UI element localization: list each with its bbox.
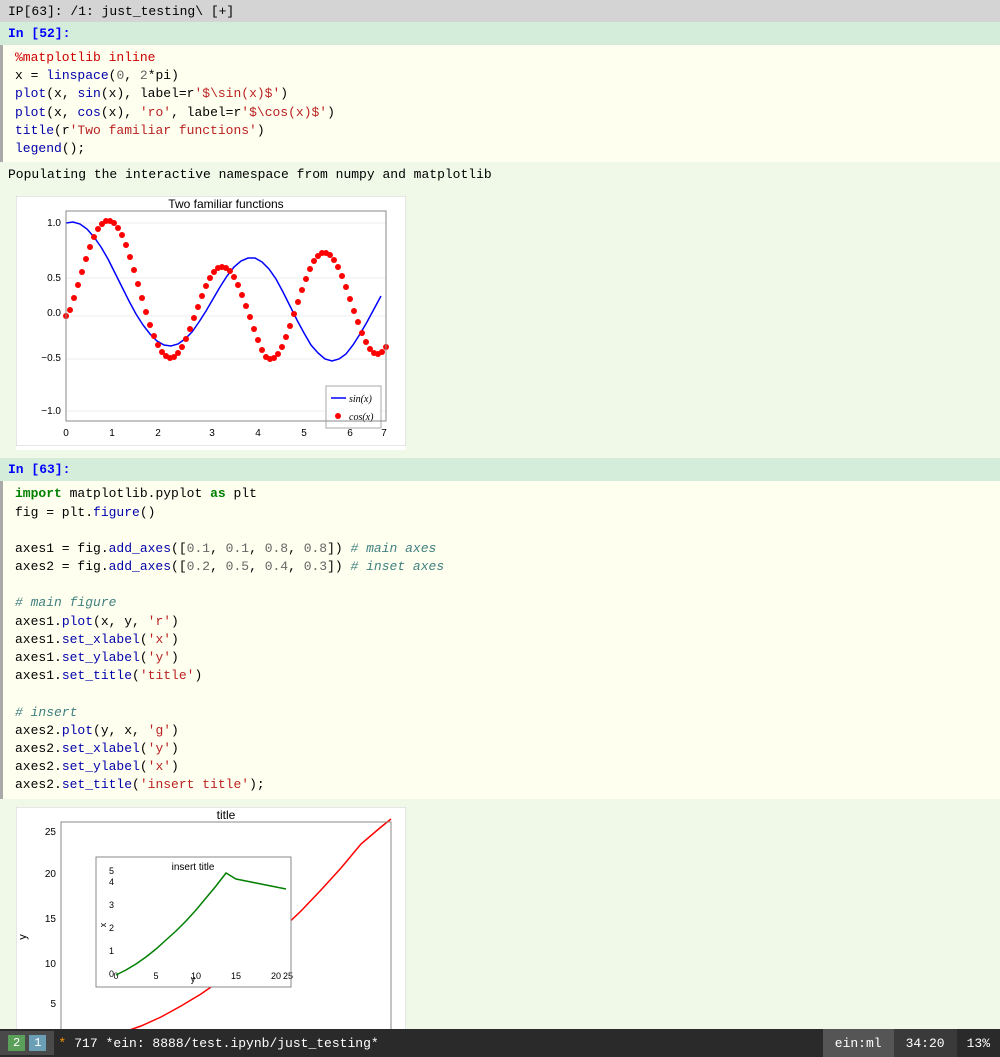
svg-text:0: 0	[63, 428, 69, 439]
cell-52-input[interactable]: %matplotlib inline x = linspace(0, 2*pi)…	[0, 45, 1000, 162]
status-num1: 2	[8, 1035, 25, 1051]
svg-text:5: 5	[153, 971, 158, 981]
status-modified: *	[54, 1036, 70, 1051]
plot1-container: Two familiar functions 1.0 0.5 0.0 −0.5 …	[0, 188, 1000, 458]
cell-52-output: Populating the interactive namespace fro…	[0, 162, 1000, 188]
svg-text:−1.0: −1.0	[41, 406, 61, 417]
svg-text:20: 20	[45, 869, 57, 880]
cell-52-prompt[interactable]: In [52]:	[0, 24, 78, 43]
svg-text:25: 25	[45, 827, 57, 838]
svg-text:3: 3	[109, 900, 114, 910]
svg-text:5: 5	[301, 428, 307, 439]
svg-text:4: 4	[255, 428, 261, 439]
svg-text:20: 20	[271, 971, 281, 981]
svg-text:0.5: 0.5	[47, 273, 61, 284]
svg-text:sin(x): sin(x)	[349, 394, 372, 405]
svg-text:10: 10	[191, 971, 201, 981]
cell-52-output-text: Populating the interactive namespace fro…	[8, 166, 992, 184]
status-num2: 1	[29, 1035, 46, 1051]
svg-text:5: 5	[50, 999, 56, 1010]
svg-text:5: 5	[109, 866, 114, 876]
svg-text:1: 1	[109, 946, 114, 956]
cell-63-code: import matplotlib.pyplot as plt fig = pl…	[15, 485, 992, 794]
plot2-container: title y x 0 5 10 15 20 25 0 1 2 3 4 5	[0, 799, 1000, 1030]
svg-text:2: 2	[155, 428, 161, 439]
status-cell-numbers: 2 1	[0, 1031, 54, 1055]
svg-text:insert title: insert title	[172, 862, 215, 873]
cell-63-prompt-line: In [63]:	[0, 458, 1000, 481]
cell-52-prompt-line: In [52]:	[0, 22, 1000, 45]
svg-text:1: 1	[109, 428, 115, 439]
status-bar: 2 1 * 717 *ein: 8888/test.ipynb/just_tes…	[0, 1029, 1000, 1057]
cell-63-input[interactable]: import matplotlib.pyplot as plt fig = pl…	[0, 481, 1000, 798]
status-mode: ein:ml	[823, 1029, 894, 1057]
notebook: In [52]: %matplotlib inline x = linspace…	[0, 22, 1000, 1029]
cell-52-code: %matplotlib inline x = linspace(0, 2*pi)…	[15, 49, 992, 158]
svg-text:−0.5: −0.5	[41, 353, 61, 364]
plot1-title: Two familiar functions	[168, 197, 283, 211]
svg-text:4: 4	[109, 877, 114, 887]
cell-63-prompt[interactable]: In [63]:	[0, 460, 78, 479]
svg-text:0: 0	[113, 971, 118, 981]
status-linecount: 717	[70, 1036, 101, 1051]
svg-text:2: 2	[109, 923, 114, 933]
title-text: IP[63]: /1: just_testing\ [+]	[8, 4, 234, 19]
svg-text:25: 25	[283, 971, 293, 981]
svg-text:x: x	[98, 922, 108, 927]
svg-text:6: 6	[347, 428, 353, 439]
plot2: title y x 0 5 10 15 20 25 0 1 2 3 4 5	[16, 807, 406, 1030]
svg-text:10: 10	[45, 959, 57, 970]
svg-text:15: 15	[45, 914, 57, 925]
status-file: *ein: 8888/test.ipynb/just_testing*	[102, 1036, 383, 1051]
svg-text:1.0: 1.0	[47, 218, 61, 229]
svg-text:15: 15	[231, 971, 241, 981]
status-position: 34:20	[894, 1029, 957, 1057]
plot1-svg: Two familiar functions 1.0 0.5 0.0 −0.5 …	[16, 196, 406, 446]
svg-text:0.0: 0.0	[47, 308, 61, 319]
svg-text:7: 7	[381, 428, 387, 439]
svg-text:title: title	[217, 808, 236, 822]
svg-text:3: 3	[209, 428, 215, 439]
title-bar: IP[63]: /1: just_testing\ [+]	[0, 0, 1000, 22]
status-percent: 13%	[957, 1029, 1000, 1057]
plot1: Two familiar functions 1.0 0.5 0.0 −0.5 …	[16, 196, 406, 450]
plot2-svg: title y x 0 5 10 15 20 25 0 1 2 3 4 5	[16, 807, 406, 1030]
svg-text:y: y	[17, 933, 29, 939]
